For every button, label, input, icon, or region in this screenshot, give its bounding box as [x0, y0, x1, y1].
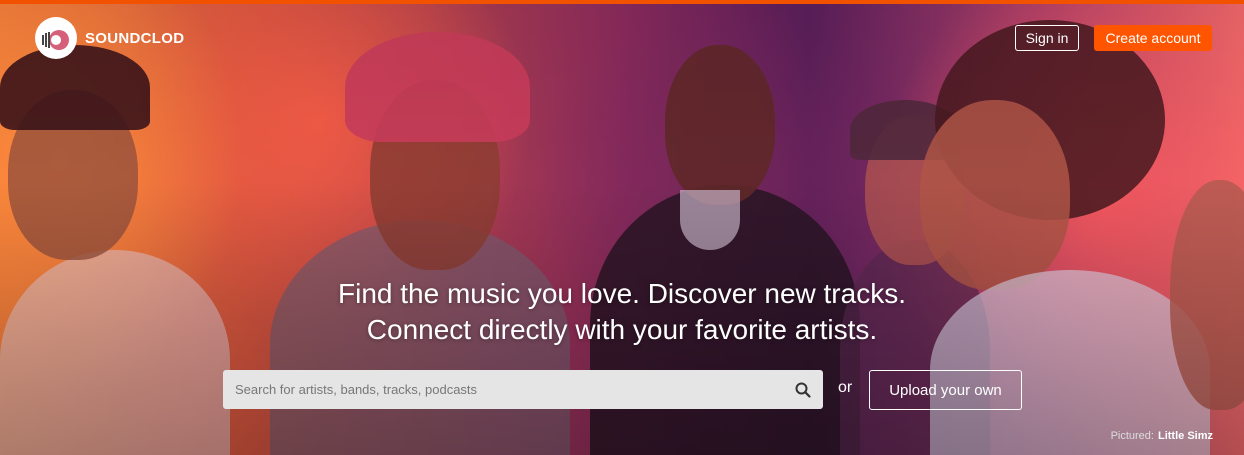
photo-credit-name[interactable]: Little Simz: [1158, 430, 1213, 442]
brand-name: SOUNDCLOD: [85, 29, 185, 47]
photo-credit-prefix: Pictured:: [1110, 430, 1154, 442]
upload-button[interactable]: Upload your own: [869, 370, 1022, 410]
hero-headline-line2: Connect directly with your favorite arti…: [366, 314, 878, 345]
hero-banner: SOUNDCLOD Sign in Create account Find th…: [0, 0, 1244, 455]
or-separator: or: [838, 379, 853, 396]
soundcloud-logo-icon: [35, 17, 77, 59]
search-icon[interactable]: [783, 370, 823, 409]
create-account-button[interactable]: Create account: [1094, 25, 1212, 51]
hero-headline-line1: Find the music you love. Discover new tr…: [338, 278, 906, 309]
photo-credit: Pictured: Little Simz: [1111, 430, 1213, 442]
hero-headline: Find the music you love. Discover new tr…: [0, 276, 1244, 348]
search-input[interactable]: [223, 381, 783, 398]
sign-in-button[interactable]: Sign in: [1015, 25, 1079, 51]
search-box: [223, 370, 823, 409]
brand-logo[interactable]: SOUNDCLOD: [35, 17, 184, 59]
